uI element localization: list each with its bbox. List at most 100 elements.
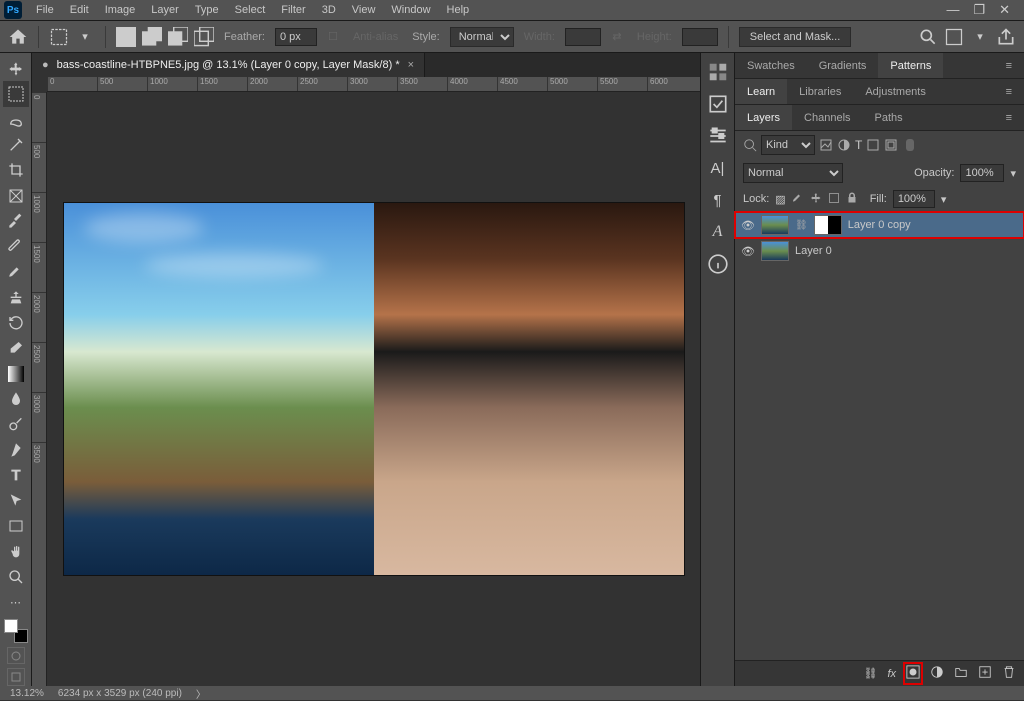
select-and-mask-button[interactable]: Select and Mask... [739, 27, 852, 47]
menu-type[interactable]: Type [187, 1, 227, 19]
menu-help[interactable]: Help [439, 1, 478, 19]
crop-tool[interactable] [3, 158, 29, 183]
chevron-down-icon[interactable]: ▾ [1010, 167, 1016, 180]
layer-thumbnail[interactable] [761, 241, 789, 261]
tab-patterns[interactable]: Patterns [878, 53, 943, 78]
menu-layer[interactable]: Layer [143, 1, 187, 19]
chevron-down-icon[interactable]: ▾ [75, 27, 95, 47]
window-maximize-icon[interactable]: ❐ [973, 2, 985, 18]
tab-layers[interactable]: Layers [735, 105, 792, 130]
menu-window[interactable]: Window [383, 1, 438, 19]
window-close-icon[interactable]: ✕ [999, 2, 1010, 18]
tab-gradients[interactable]: Gradients [807, 53, 879, 78]
properties-panel-icon[interactable] [707, 125, 729, 147]
tab-channels[interactable]: Channels [792, 105, 862, 130]
tab-swatches[interactable]: Swatches [735, 53, 807, 78]
panel-menu-icon[interactable]: ≡ [994, 53, 1024, 78]
history-panel-icon[interactable] [707, 93, 729, 115]
paragraph-panel-icon[interactable]: ¶ [707, 189, 729, 211]
selection-new-icon[interactable] [116, 27, 136, 47]
window-minimize-icon[interactable]: — [946, 2, 959, 18]
zoom-display[interactable]: 13.12% [10, 688, 44, 699]
marquee-tool-icon[interactable] [49, 27, 69, 47]
visibility-toggle-icon[interactable]: 👁 [741, 245, 755, 258]
tab-adjustments[interactable]: Adjustments [853, 79, 938, 104]
home-icon[interactable] [8, 27, 28, 47]
lasso-tool[interactable] [3, 107, 29, 132]
close-tab-icon[interactable]: × [408, 59, 414, 71]
type-tool[interactable] [3, 463, 29, 488]
quick-mask-icon[interactable] [7, 647, 25, 665]
frame-tool[interactable] [3, 183, 29, 208]
document-tab[interactable]: ● bass-coastline-HTBPNE5.jpg @ 13.1% (La… [32, 53, 425, 77]
dodge-tool[interactable] [3, 412, 29, 437]
zoom-tool[interactable] [3, 564, 29, 589]
eyedropper-tool[interactable] [3, 209, 29, 234]
add-mask-icon[interactable] [906, 665, 920, 682]
opacity-input[interactable] [960, 164, 1004, 182]
marquee-tool[interactable] [3, 81, 29, 106]
history-brush-tool[interactable] [3, 310, 29, 335]
menu-edit[interactable]: Edit [62, 1, 97, 19]
filter-smart-icon[interactable] [884, 138, 898, 152]
layer-row[interactable]: 👁 Layer 0 [735, 238, 1024, 264]
edit-toolbar-icon[interactable]: ⋯ [3, 590, 29, 615]
lock-position-icon[interactable] [792, 192, 804, 207]
layer-style-icon[interactable]: fx [887, 668, 896, 680]
new-layer-icon[interactable] [978, 665, 992, 682]
screen-mode-icon[interactable] [7, 668, 25, 686]
menu-image[interactable]: Image [97, 1, 144, 19]
gradient-tool[interactable] [3, 361, 29, 386]
healing-brush-tool[interactable] [3, 234, 29, 259]
filter-pixel-icon[interactable] [819, 138, 833, 152]
layer-thumbnail[interactable] [761, 215, 789, 235]
fill-input[interactable] [893, 190, 935, 208]
tab-paths[interactable]: Paths [863, 105, 915, 130]
rectangle-tool[interactable] [3, 514, 29, 539]
panel-menu-icon[interactable]: ≡ [994, 105, 1024, 130]
eraser-tool[interactable] [3, 336, 29, 361]
glyphs-panel-icon[interactable]: A [707, 221, 729, 243]
clone-stamp-tool[interactable] [3, 285, 29, 310]
lock-all-icon[interactable] [846, 192, 858, 207]
layer-name[interactable]: Layer 0 copy [848, 219, 911, 231]
menu-select[interactable]: Select [227, 1, 274, 19]
doc-info[interactable]: 6234 px x 3529 px (240 ppi) [58, 688, 182, 699]
filter-adjustment-icon[interactable] [837, 138, 851, 152]
share-icon[interactable] [996, 27, 1016, 47]
menu-file[interactable]: File [28, 1, 62, 19]
lock-pixels-icon[interactable]: ▨ [775, 193, 785, 206]
canvas[interactable] [47, 92, 700, 686]
mask-link-icon[interactable]: ⛓ [795, 220, 808, 231]
lock-artboard-icon[interactable] [828, 192, 840, 207]
selection-subtract-icon[interactable] [168, 27, 188, 47]
style-select[interactable]: Normal [450, 27, 514, 47]
lock-move-icon[interactable] [810, 192, 822, 207]
selection-add-icon[interactable] [142, 27, 162, 47]
selection-intersect-icon[interactable] [194, 27, 214, 47]
menu-filter[interactable]: Filter [273, 1, 313, 19]
path-selection-tool[interactable] [3, 488, 29, 513]
layer-row[interactable]: 👁 ⛓ Layer 0 copy [735, 212, 1024, 238]
magic-wand-tool[interactable] [3, 132, 29, 157]
frame-icon[interactable] [944, 27, 964, 47]
filter-toggle[interactable] [906, 139, 914, 151]
group-icon[interactable] [954, 665, 968, 682]
panel-menu-icon[interactable]: ≡ [994, 79, 1024, 104]
filter-type-icon[interactable]: T [855, 138, 862, 152]
link-layers-icon[interactable]: ⛓ [863, 667, 877, 680]
filter-shape-icon[interactable] [866, 138, 880, 152]
move-tool[interactable] [3, 56, 29, 81]
color-panel-icon[interactable] [707, 61, 729, 83]
workspace-chevron-icon[interactable]: ▾ [970, 27, 990, 47]
color-swatches[interactable] [4, 619, 28, 642]
pen-tool[interactable] [3, 437, 29, 462]
info-panel-icon[interactable] [707, 253, 729, 275]
search-icon[interactable] [743, 138, 757, 152]
blend-mode-select[interactable]: Normal [743, 163, 843, 183]
chevron-down-icon[interactable]: ▾ [941, 193, 947, 206]
adjustment-layer-icon[interactable] [930, 665, 944, 682]
layer-kind-select[interactable]: Kind [761, 135, 815, 155]
chevron-right-icon[interactable]: 〉 [196, 686, 206, 701]
tab-libraries[interactable]: Libraries [787, 79, 853, 104]
